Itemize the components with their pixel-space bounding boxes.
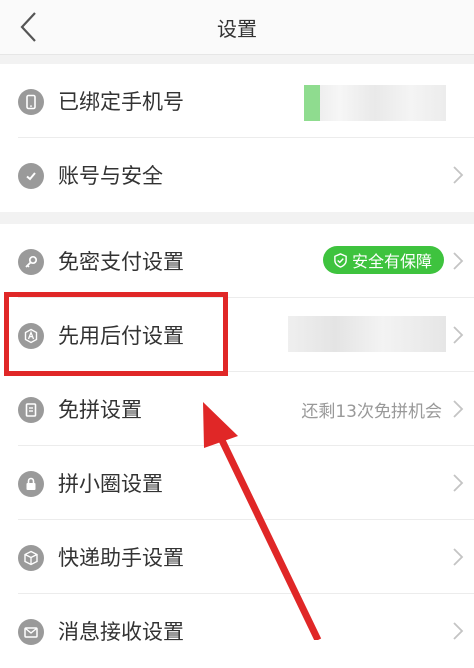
section-gap — [0, 212, 474, 224]
chevron-right-icon — [453, 166, 464, 184]
phone-number-redacted — [304, 85, 446, 121]
remaining-count-text: 还剩13次免拼机会 — [301, 402, 442, 422]
settings-item-no-group[interactable]: 免拼设置 还剩13次免拼机会 — [0, 372, 474, 446]
chevron-right-icon — [453, 400, 464, 418]
security-badge-text: 安全有保障 — [351, 252, 432, 271]
section-gap — [0, 55, 474, 64]
settings-item-password-free-pay[interactable]: 免密支付设置 安全有保障 — [0, 224, 474, 298]
badge-a-icon — [18, 323, 44, 349]
settings-item-account-security[interactable]: 账号与安全 — [0, 138, 474, 212]
chevron-right-icon — [453, 252, 464, 270]
lock-icon — [18, 471, 44, 497]
settings-item-circle[interactable]: 拼小圈设置 — [0, 446, 474, 520]
settings-item-pay-later[interactable]: 先用后付设置 — [0, 298, 474, 372]
package-icon — [18, 545, 44, 571]
key-icon — [18, 249, 44, 275]
shield-check-icon — [18, 163, 44, 189]
phone-icon — [18, 89, 44, 115]
chevron-right-icon — [453, 548, 464, 566]
settings-item-phone[interactable]: 已绑定手机号 — [0, 64, 474, 138]
settings-item-label: 免密支付设置 — [58, 250, 184, 274]
pay-later-status-redacted — [288, 316, 446, 352]
settings-item-label: 账号与安全 — [58, 164, 163, 188]
security-badge: 安全有保障 — [322, 246, 444, 274]
settings-item-label: 已绑定手机号 — [58, 90, 184, 114]
doc-icon — [18, 397, 44, 423]
mail-icon — [18, 619, 44, 645]
settings-item-express[interactable]: 快递助手设置 — [0, 520, 474, 594]
shield-icon — [334, 252, 347, 268]
chevron-right-icon — [453, 474, 464, 492]
settings-item-message[interactable]: 消息接收设置 — [0, 594, 474, 668]
page-title: 设置 — [217, 17, 257, 41]
settings-item-label: 消息接收设置 — [58, 620, 184, 644]
settings-item-label: 快递助手设置 — [58, 546, 184, 570]
chevron-right-icon — [453, 622, 464, 640]
top-bar: 设置 — [0, 0, 474, 55]
settings-item-label: 拼小圈设置 — [58, 472, 163, 496]
settings-item-label: 免拼设置 — [58, 398, 142, 422]
settings-item-label: 先用后付设置 — [58, 324, 184, 348]
chevron-right-icon — [453, 326, 464, 344]
